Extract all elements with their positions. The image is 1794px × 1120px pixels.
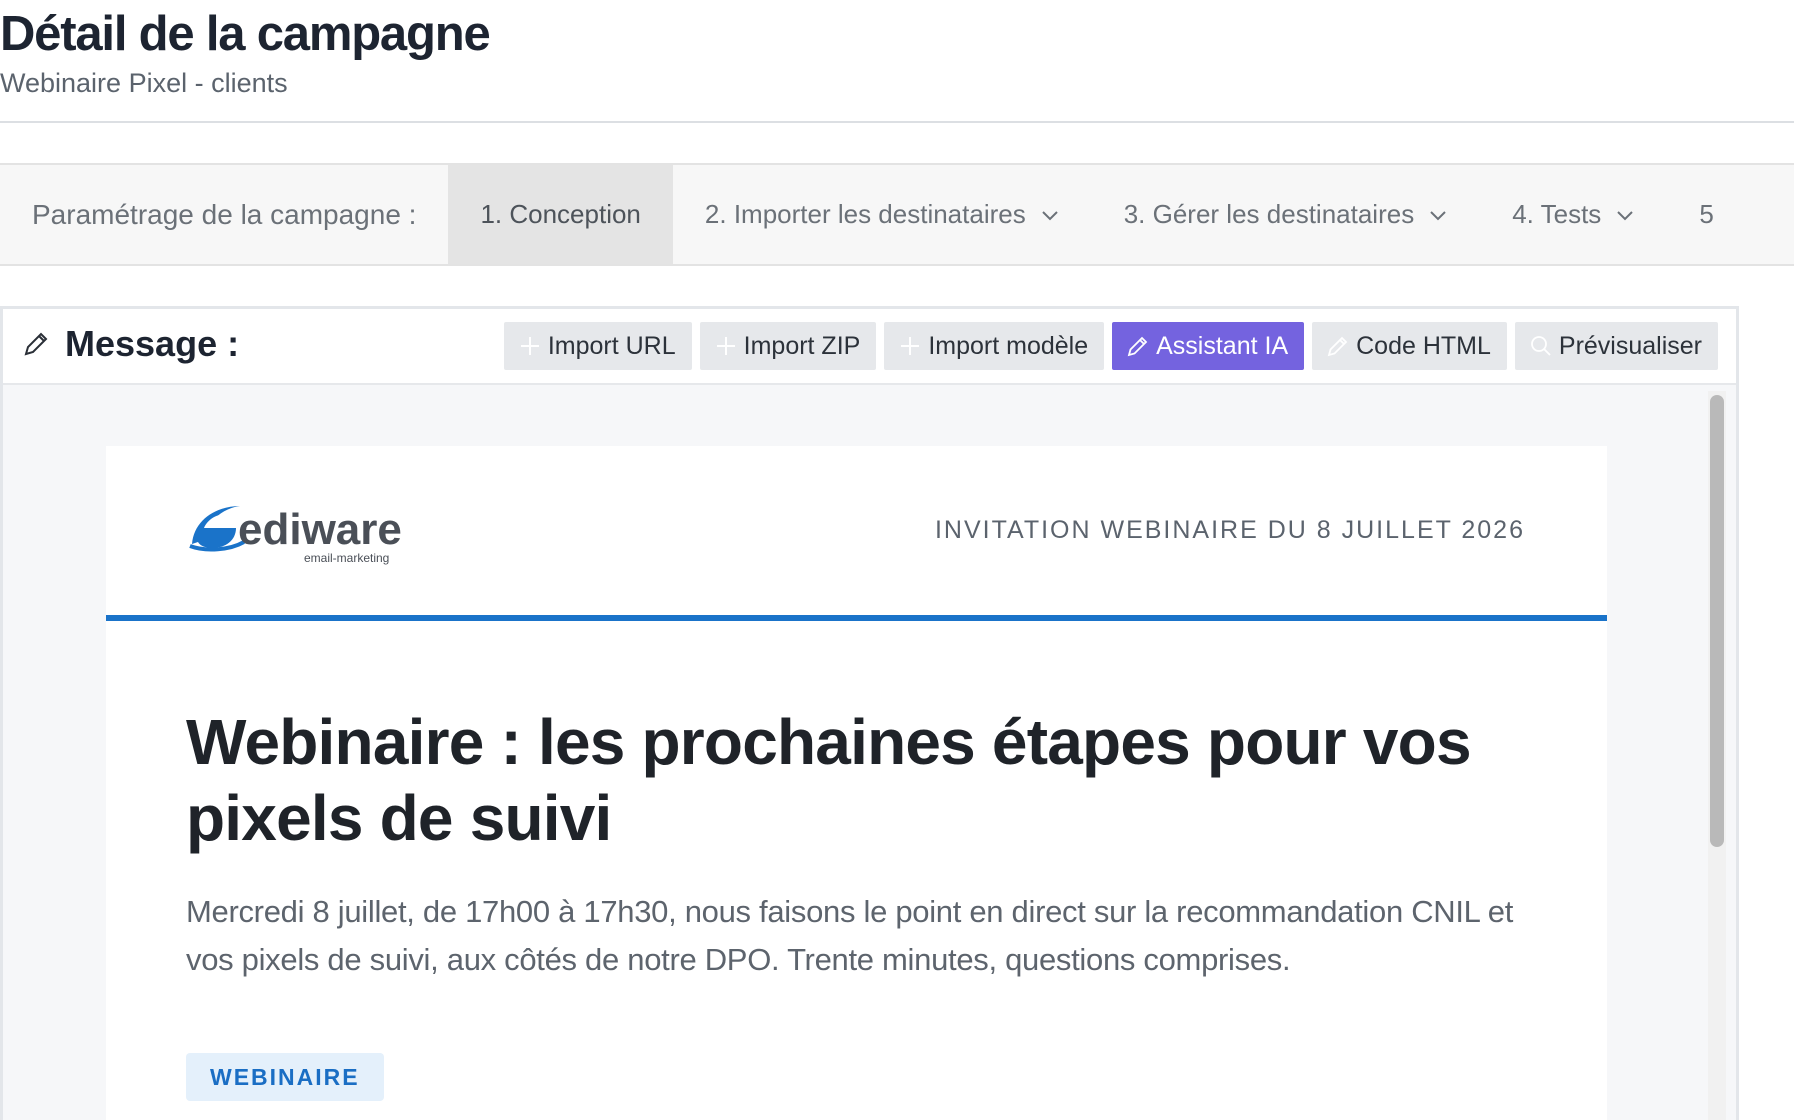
- scrollbar-thumb[interactable]: [1710, 395, 1724, 847]
- import-zip-button[interactable]: Import ZIP: [699, 322, 877, 370]
- email-header: ediware email-marketing INVITATION WEBIN…: [106, 446, 1607, 621]
- page-title: Détail de la campagne: [0, 7, 491, 61]
- message-label: Message :: [65, 323, 240, 364]
- chevron-down-icon: [1430, 210, 1446, 220]
- page-header: Détail de la campagne Webinaire Pixel - …: [0, 0, 1794, 123]
- step-label: 1. Conception: [480, 199, 641, 229]
- button-label: Prévisualiser: [1558, 331, 1702, 360]
- import-template-button[interactable]: Import modèle: [884, 322, 1105, 370]
- step-manage-recipients[interactable]: 3. Gérer les destinataires: [1092, 165, 1480, 264]
- email-title: Webinaire : les prochaines étapes pour v…: [186, 706, 1472, 854]
- step-label: 5: [1699, 199, 1714, 229]
- step-tests[interactable]: 4. Tests: [1480, 165, 1667, 264]
- search-icon: [1530, 336, 1551, 356]
- plus-icon: [901, 337, 920, 355]
- editor-toolbar: Message : Import URL Import ZIP Import m…: [3, 309, 1736, 385]
- email-header-text: INVITATION WEBINAIRE DU 8 JUILLET 2026: [934, 516, 1525, 544]
- step-label: 3. Gérer les destinataires: [1123, 199, 1415, 229]
- button-label: Code HTML: [1356, 331, 1491, 360]
- chevron-down-icon: [1042, 210, 1058, 220]
- html-code-button[interactable]: Code HTML: [1312, 322, 1507, 370]
- chevron-down-icon: [1617, 210, 1634, 220]
- email-intro: Mercredi 8 juillet, de 17h00 à 17h30, no…: [186, 894, 1514, 977]
- svg-text:email-marketing: email-marketing: [304, 551, 389, 565]
- step-5[interactable]: 5: [1667, 165, 1745, 264]
- ediware-logo: ediware email-marketing: [189, 505, 402, 565]
- button-label: Assistant IA: [1156, 331, 1289, 360]
- message-title: Message :: [21, 323, 239, 365]
- button-label: Import URL: [547, 331, 676, 360]
- email-preview: ediware email-marketing INVITATION WEBIN…: [106, 446, 1607, 1120]
- campaign-name: Webinaire Pixel - clients: [0, 68, 288, 98]
- step-conception[interactable]: 1. Conception: [448, 165, 673, 264]
- step-label: 2. Importer les destinataires: [704, 199, 1026, 229]
- toolbar-buttons: Import URL Import ZIP Import modèle Assi…: [503, 322, 1718, 370]
- step-import-recipients[interactable]: 2. Importer les destinataires: [673, 165, 1092, 264]
- pencil-icon: [1127, 336, 1148, 357]
- plus-icon: [716, 337, 735, 355]
- button-label: Import ZIP: [743, 331, 861, 360]
- webinar-badge: WEBINAIRE: [186, 1053, 384, 1101]
- button-label: Import modèle: [928, 331, 1089, 360]
- pencil-icon: [1327, 336, 1348, 357]
- ai-assistant-button[interactable]: Assistant IA: [1112, 322, 1305, 370]
- campaign-steps-bar: Paramétrage de la campagne : 1. Concepti…: [0, 163, 1794, 266]
- step-label: 4. Tests: [1512, 199, 1602, 229]
- import-url-button[interactable]: Import URL: [503, 322, 692, 370]
- svg-text:ediware: ediware: [238, 505, 402, 554]
- steps-label: Paramétrage de la campagne :: [32, 198, 417, 230]
- plus-icon: [520, 337, 539, 355]
- message-editor: Message : Import URL Import ZIP Import m…: [0, 306, 1739, 1120]
- pencil-icon: [24, 332, 48, 356]
- preview-button[interactable]: Prévisualiser: [1514, 322, 1718, 370]
